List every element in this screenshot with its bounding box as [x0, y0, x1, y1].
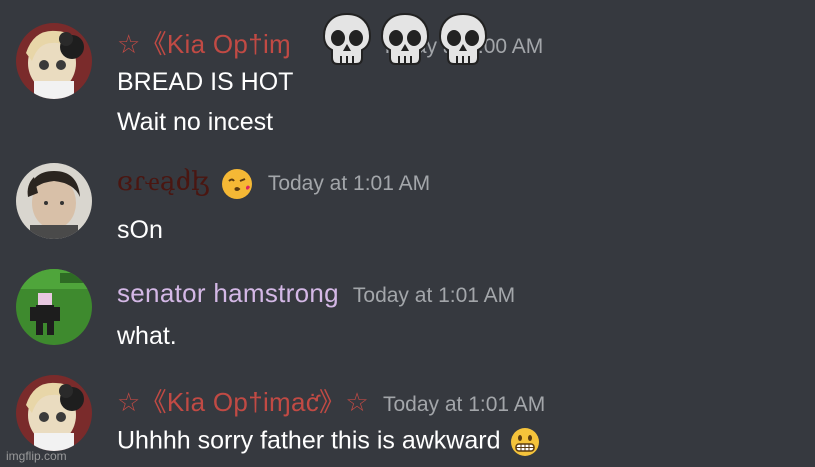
username[interactable]: senator hamstrong	[117, 278, 339, 309]
watermark: imgflip.com	[6, 449, 67, 463]
timestamp: Today at 1:01 AM	[267, 172, 431, 195]
username[interactable]: ☆《Kia Op†iɱ	[117, 24, 291, 61]
message-text: Wait no incest	[117, 108, 274, 136]
message-header: ☆《Kia Op†iɱaƈ̇》☆ Today at 1:01 AM	[117, 382, 545, 419]
message-text: what.	[117, 322, 177, 350]
avatar-kia[interactable]	[16, 375, 92, 451]
timestamp: Today at 1:01 AM	[352, 284, 516, 307]
skull-icon	[438, 12, 488, 65]
avatar-senator[interactable]	[16, 269, 92, 345]
timestamp: Today at 1:01 AM	[382, 393, 546, 416]
skull-emoji-group	[318, 10, 492, 68]
message-text: Uhhhh sorry father this is awkward	[117, 426, 541, 458]
avatar-kia[interactable]	[16, 23, 92, 99]
skull-icon	[322, 12, 372, 65]
avatar-bread[interactable]	[16, 163, 92, 239]
username[interactable]: ɞɾҽąძɮ	[117, 167, 210, 197]
message-header: senator hamstrong Today at 1:01 AM	[117, 278, 515, 309]
kissing-face-icon	[221, 169, 252, 199]
grimacing-face-icon	[511, 428, 540, 456]
skull-icon	[380, 12, 430, 65]
message-text-content: Uhhhh sorry father this is awkward	[117, 426, 501, 455]
message-header: ɞɾҽąძɮ Today at 1:01 AM	[117, 167, 430, 201]
message-text: BREAD IS HOT	[117, 68, 294, 96]
message-text: sOn	[117, 216, 163, 244]
username[interactable]: ☆《Kia Op†iɱaƈ̇》☆	[117, 382, 369, 419]
